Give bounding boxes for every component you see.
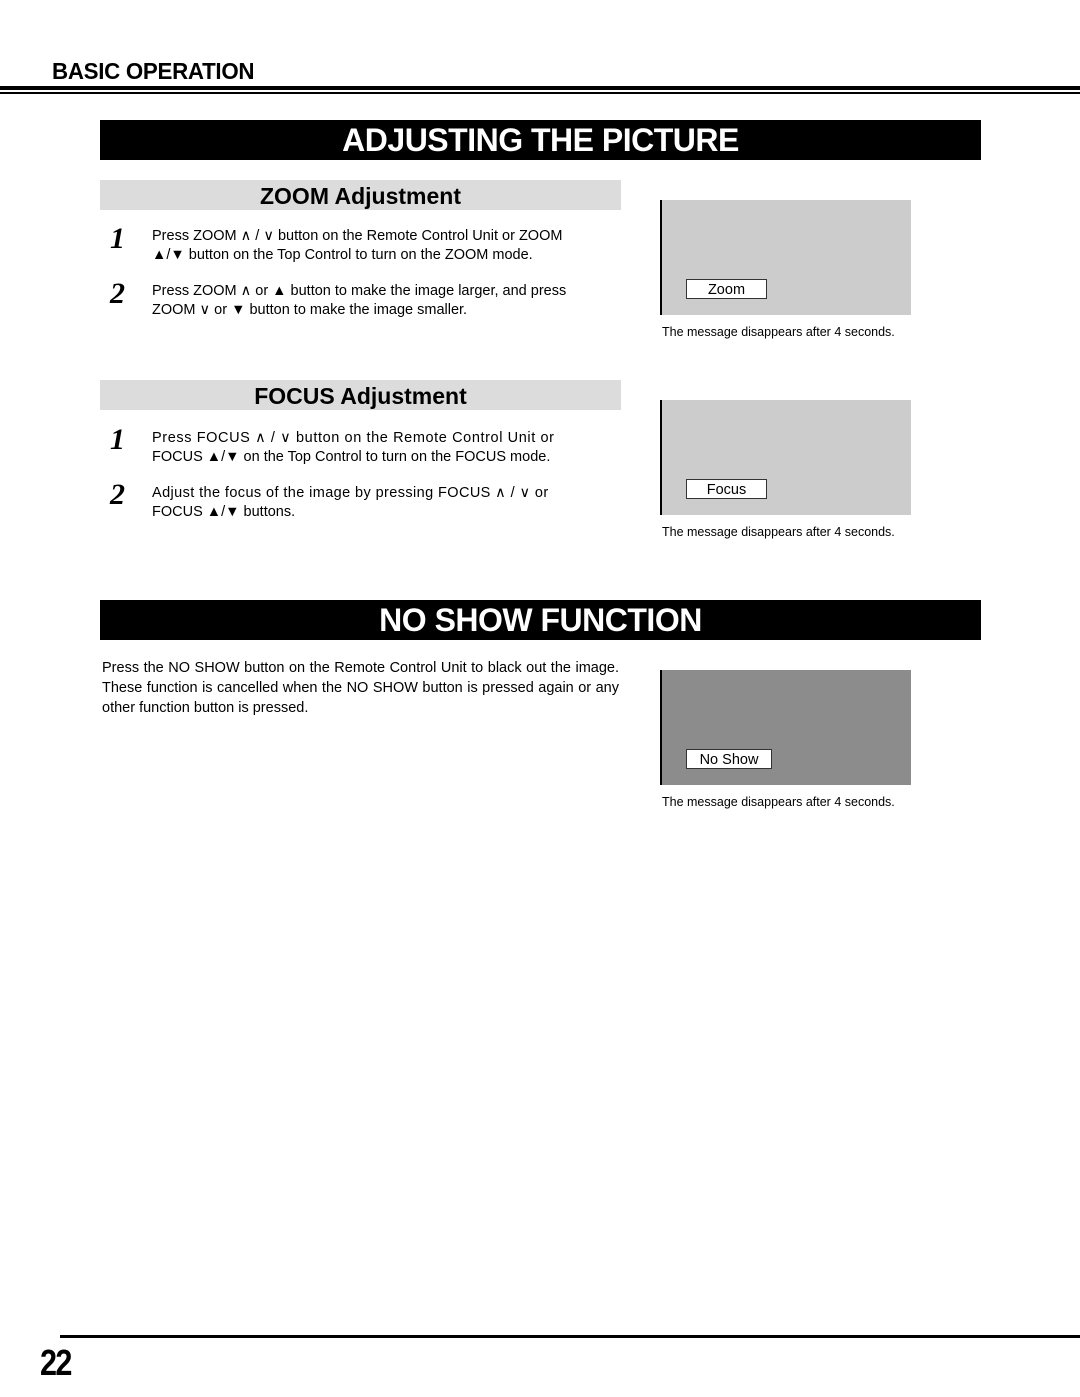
no-show-osd-message: No Show xyxy=(686,749,772,769)
zoom-step-2-line-2: ZOOM ∨ or ▼ button to make the image sma… xyxy=(152,302,468,318)
zoom-step-1-line-2: ▲/▼ button on the Top Control to turn on… xyxy=(152,247,533,263)
no-show-function-title: NO SHOW FUNCTION xyxy=(100,600,981,640)
zoom-adjustment-heading: ZOOM Adjustment xyxy=(100,180,621,210)
focus-screen-illustration: Focus xyxy=(660,400,911,515)
footer-rule xyxy=(60,1335,1080,1338)
focus-adjustment-heading: FOCUS Adjustment xyxy=(100,380,621,410)
focus-caption: The message disappears after 4 seconds. xyxy=(662,525,895,539)
no-show-screen-illustration: No Show xyxy=(660,670,911,785)
focus-step-2-text: Adjust the focus of the image by pressin… xyxy=(152,484,619,522)
no-show-description: Press the NO SHOW button on the Remote C… xyxy=(102,660,619,716)
zoom-caption: The message disappears after 4 seconds. xyxy=(662,325,895,339)
zoom-step-1-text: Press ZOOM ∧ / ∨ button on the Remote Co… xyxy=(152,227,619,265)
focus-step-1-line-2: FOCUS ▲/▼ on the Top Control to turn on … xyxy=(152,449,551,465)
focus-step-2-number: 2 xyxy=(110,478,125,511)
focus-step-1-line-1: Press FOCUS ∧ / ∨ button on the Remote C… xyxy=(152,430,555,446)
no-show-caption: The message disappears after 4 seconds. xyxy=(662,795,895,809)
focus-step-2-line-1: Adjust the focus of the image by pressin… xyxy=(152,485,549,501)
zoom-step-2-line-1: Press ZOOM ∧ or ▲ button to make the ima… xyxy=(152,283,567,299)
focus-step-2-line-2: FOCUS ▲/▼ buttons. xyxy=(152,504,296,520)
focus-step-1-text: Press FOCUS ∧ / ∨ button on the Remote C… xyxy=(152,429,619,467)
section-label: BASIC OPERATION xyxy=(52,58,255,84)
zoom-step-2-text: Press ZOOM ∧ or ▲ button to make the ima… xyxy=(152,282,619,320)
zoom-step-1-line-1: Press ZOOM ∧ / ∨ button on the Remote Co… xyxy=(152,228,563,244)
page-number: 22 xyxy=(40,1342,72,1383)
focus-osd-message: Focus xyxy=(686,479,767,499)
zoom-step-2-number: 2 xyxy=(110,277,125,310)
header-rule-thin xyxy=(0,92,1080,94)
adjusting-picture-title: ADJUSTING THE PICTURE xyxy=(100,120,981,160)
zoom-osd-message: Zoom xyxy=(686,279,767,299)
zoom-screen-illustration: Zoom xyxy=(660,200,911,315)
header-rule-thick xyxy=(0,86,1080,90)
focus-step-1-number: 1 xyxy=(110,423,125,456)
zoom-step-1-number: 1 xyxy=(110,222,125,255)
